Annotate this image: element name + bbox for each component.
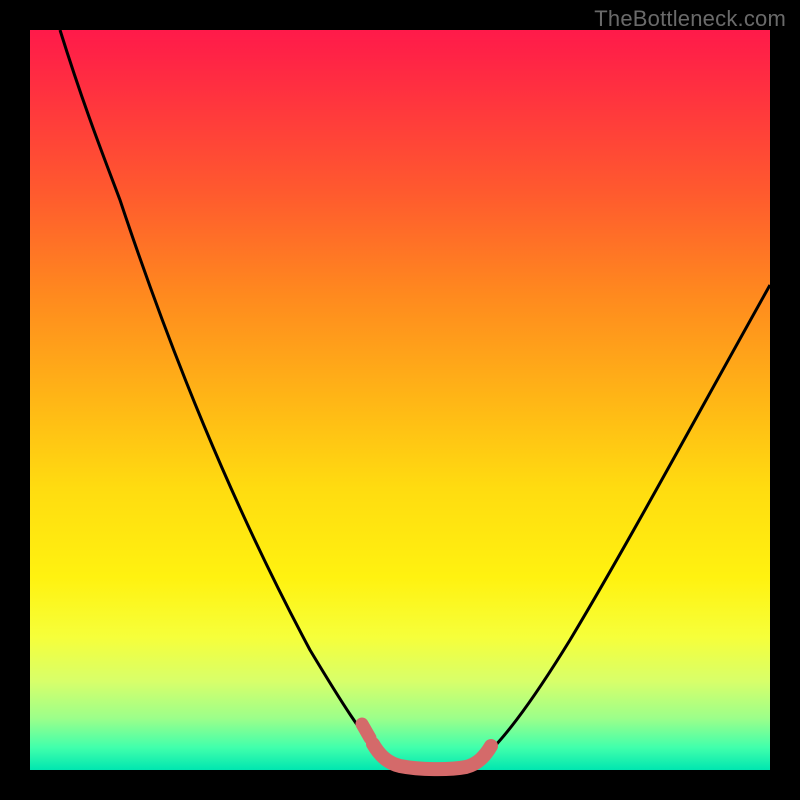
watermark-text: TheBottleneck.com (594, 6, 786, 32)
bottom-highlight (373, 744, 491, 769)
left-highlight-dot (362, 724, 370, 738)
chart-frame: TheBottleneck.com (0, 0, 800, 800)
right-curve (475, 285, 770, 765)
curves-svg (30, 30, 770, 770)
left-curve (60, 30, 395, 765)
plot-area (30, 30, 770, 770)
